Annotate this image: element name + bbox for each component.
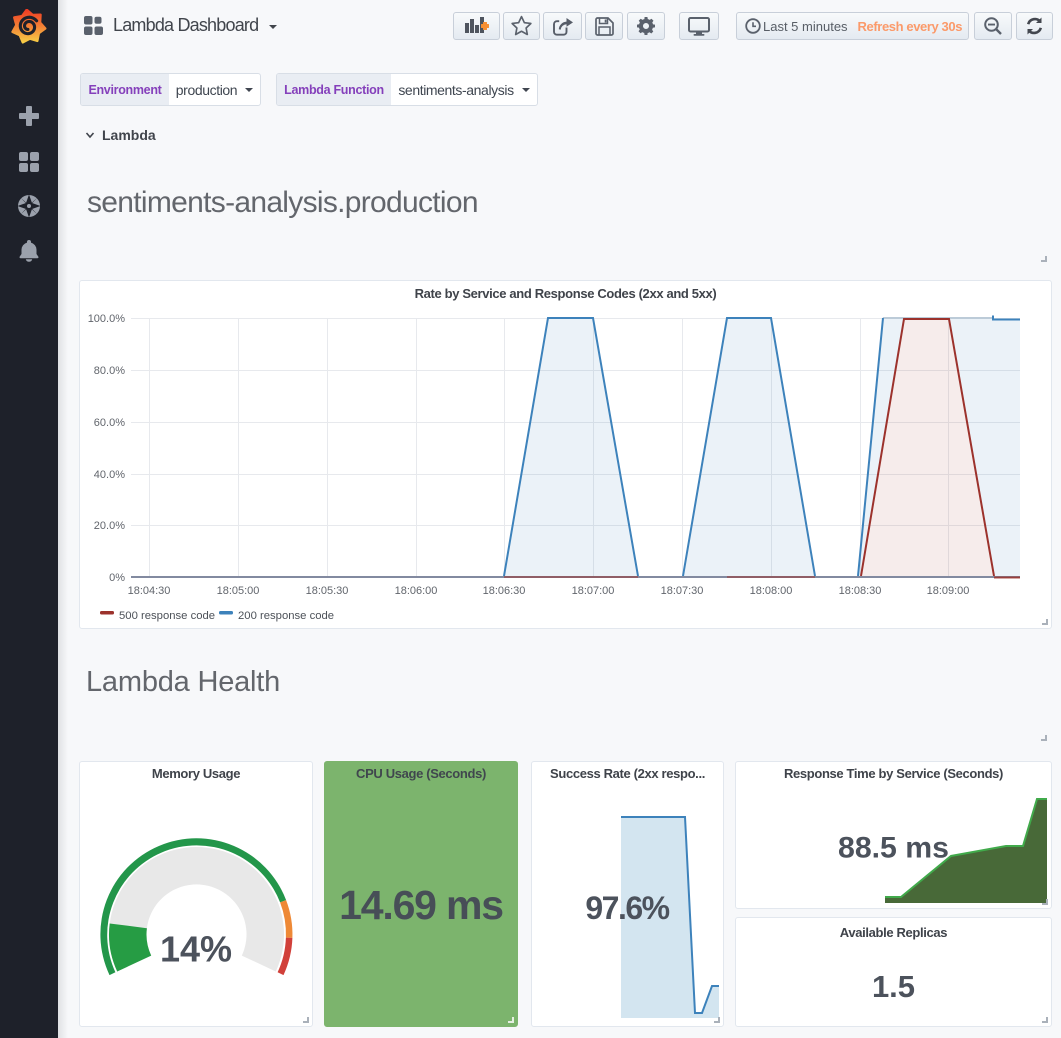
svg-text:18:09:00: 18:09:00 <box>927 585 970 597</box>
svg-text:18:07:30: 18:07:30 <box>661 585 704 597</box>
svg-text:60.0%: 60.0% <box>94 417 125 429</box>
svg-text:18:05:00: 18:05:00 <box>217 585 260 597</box>
svg-text:200 response code: 200 response code <box>238 610 334 622</box>
svg-text:18:06:00: 18:06:00 <box>395 585 438 597</box>
svg-text:14%: 14% <box>160 929 232 970</box>
svg-text:20.0%: 20.0% <box>94 520 125 532</box>
svg-text:18:05:30: 18:05:30 <box>306 585 349 597</box>
svg-text:18:08:30: 18:08:30 <box>839 585 882 597</box>
svg-text:100.0%: 100.0% <box>88 313 126 325</box>
svg-text:40.0%: 40.0% <box>94 469 125 481</box>
svg-text:500 response code: 500 response code <box>119 610 215 622</box>
svg-text:18:04:30: 18:04:30 <box>128 585 171 597</box>
svg-text:88.5 ms: 88.5 ms <box>838 832 949 865</box>
svg-text:80.0%: 80.0% <box>94 365 125 377</box>
svg-text:0%: 0% <box>109 572 125 584</box>
svg-text:18:07:00: 18:07:00 <box>572 585 615 597</box>
svg-text:18:06:30: 18:06:30 <box>483 585 526 597</box>
svg-text:97.6%: 97.6% <box>585 890 669 926</box>
svg-text:18:08:00: 18:08:00 <box>750 585 793 597</box>
